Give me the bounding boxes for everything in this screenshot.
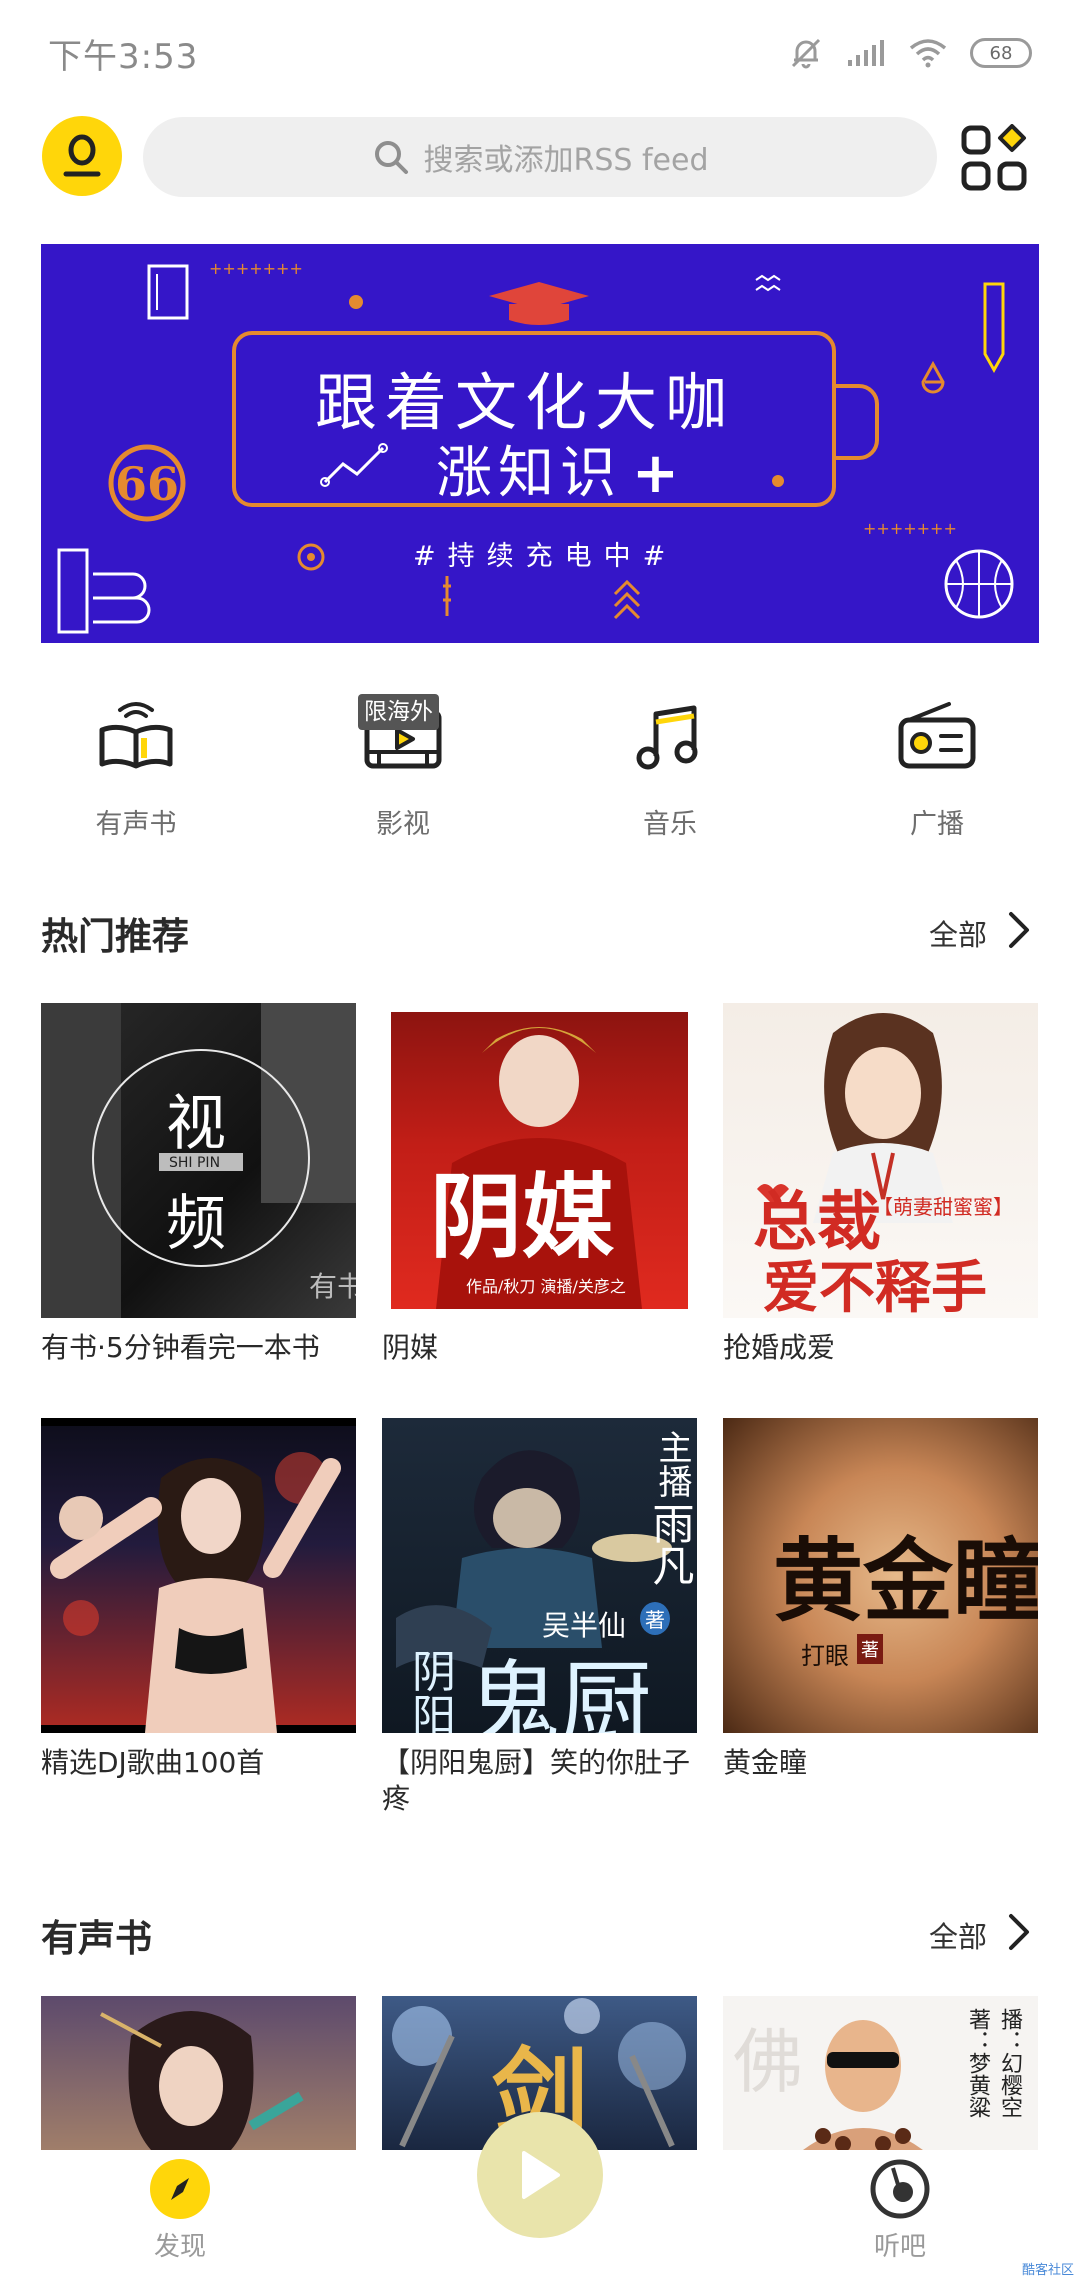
card-title: 抢婚成爱 xyxy=(723,1331,836,1364)
apps-grid-icon[interactable] xyxy=(960,124,1028,192)
cover-title: 视 xyxy=(166,1089,226,1159)
cover-image: 黄金瞳 打眼 著 xyxy=(723,1418,1038,1733)
card-title: 【阴阳鬼厨】笑的你肚子疼 xyxy=(382,1746,691,1815)
cover-tag: 【萌妻甜蜜蜜】 xyxy=(873,1195,1013,1219)
battery-level: 68 xyxy=(989,42,1013,64)
cover-credit: 作品/秋刀 演播/关彦之 xyxy=(466,1277,626,1296)
cover-image xyxy=(41,1418,356,1733)
signal-icon xyxy=(848,40,884,66)
banner-subtitle-text: 涨知识 xyxy=(436,441,622,506)
hot-card[interactable]: 阴媒 作品/秋刀 演播/关彦之 阴媒 xyxy=(382,1003,697,1366)
compass-icon xyxy=(150,2159,210,2219)
promo-banner[interactable]: 66 +++++++ +++++++ 跟着文化大咖 涨知识 + #持续充电中# xyxy=(41,244,1039,643)
search-icon xyxy=(374,141,408,174)
play-button[interactable] xyxy=(477,2112,603,2238)
nav-discover[interactable]: 发现 xyxy=(100,2158,260,2263)
hot-card[interactable]: 精选DJ歌曲100首 xyxy=(41,1418,356,1781)
cover-author: 打眼 xyxy=(801,1642,849,1670)
svg-text:佛: 佛 xyxy=(733,2021,803,2103)
cover-credit: 播：幻樱空 xyxy=(997,2008,1022,2118)
banner-tagline: #持续充电中# xyxy=(413,541,678,572)
cover-title: 黄金瞳 xyxy=(773,1528,1038,1634)
chevron-right-icon[interactable] xyxy=(1007,1912,1031,1952)
section-title: 有声书 xyxy=(41,1917,152,1960)
svg-text:66: 66 xyxy=(115,457,179,511)
top-bar: 搜索或添加RSS feed xyxy=(0,114,1080,200)
audiobook-card[interactable]: 佛 著：梦黄粱 播：幻樱空 xyxy=(723,1996,1038,2150)
battery-indicator: 68 xyxy=(970,38,1032,68)
cover-mark: 有书 xyxy=(309,1270,356,1303)
audiobook-icon xyxy=(99,702,173,769)
audiobook-section-header: 有声书 全部 xyxy=(41,1900,1039,1960)
status-time: 下午3:53 xyxy=(48,36,199,77)
search-placeholder: 搜索或添加RSS feed xyxy=(423,143,709,178)
cover-title: 阴媒 xyxy=(430,1163,615,1271)
card-title: 有书·5分钟看完一本书 xyxy=(41,1331,320,1364)
banner-plus: + xyxy=(632,441,685,506)
bell-muted-icon xyxy=(791,38,821,69)
watermark: 酷客社区 xyxy=(1021,2263,1074,2278)
nav-label: 听吧 xyxy=(873,2232,926,2262)
status-icons: 68 xyxy=(788,35,1032,71)
hot-section-header: 热门推荐 全部 xyxy=(41,898,1039,958)
cover-title: 鬼厨 xyxy=(468,1651,653,1733)
see-all-link[interactable]: 全部 xyxy=(929,1914,987,1956)
hot-card[interactable]: 主播 雨凡 吴半仙 著 阴 阳 鬼厨 【阴阳鬼厨】笑的你肚子疼 xyxy=(382,1418,697,1817)
nav-listen[interactable]: 听吧 xyxy=(820,2158,980,2263)
category-label: 广播 xyxy=(910,809,964,840)
cover-subtitle: SHI PIN xyxy=(169,1155,221,1171)
cover-side-text: 雨凡 xyxy=(646,1502,695,1586)
cover-image: 主播 雨凡 吴半仙 著 阴 阳 鬼厨 xyxy=(382,1418,697,1733)
audiobook-card[interactable] xyxy=(41,1996,356,2150)
category-label: 有声书 xyxy=(95,809,177,840)
music-note-icon xyxy=(636,705,698,770)
category-shortcuts: 有声书 影视 音乐 广播 xyxy=(0,686,1080,846)
cover-title: 阳 xyxy=(412,1691,456,1733)
category-label: 音乐 xyxy=(643,809,697,840)
radio-icon xyxy=(898,702,976,769)
svg-text:+++++++: +++++++ xyxy=(209,259,303,278)
card-title: 黄金瞳 xyxy=(723,1746,808,1779)
play-icon xyxy=(522,2151,560,2199)
region-badge: 限海外 xyxy=(358,694,439,730)
section-title: 热门推荐 xyxy=(41,915,189,958)
wifi-icon xyxy=(909,39,947,68)
svg-text:+++++++: +++++++ xyxy=(863,519,957,538)
nav-label: 发现 xyxy=(153,2232,206,2262)
avatar[interactable] xyxy=(42,116,122,196)
banner-subtitle: 涨知识 + xyxy=(436,428,685,509)
status-bar: 下午3:53 68 xyxy=(0,0,1080,106)
cover-image: 阴媒 作品/秋刀 演播/关彦之 xyxy=(382,1003,697,1318)
category-radio[interactable]: 广播 xyxy=(819,686,1039,846)
card-title: 阴媒 xyxy=(382,1331,439,1364)
hot-card[interactable]: 黄金瞳 打眼 著 黄金瞳 xyxy=(723,1418,1038,1781)
search-input[interactable]: 搜索或添加RSS feed xyxy=(143,117,937,197)
cover-image: 视 SHI PIN 频 有书 xyxy=(41,1003,356,1318)
see-all-link[interactable]: 全部 xyxy=(929,912,987,954)
category-music[interactable]: 音乐 xyxy=(552,686,772,846)
cover-author-tag: 著 xyxy=(857,1634,883,1664)
chevron-right-icon[interactable] xyxy=(1007,910,1031,950)
card-title: 精选DJ歌曲100首 xyxy=(41,1746,265,1779)
listen-disc-icon xyxy=(870,2159,930,2219)
cover-image: 总裁 【萌妻甜蜜蜜】 爱不释手 xyxy=(723,1003,1038,1318)
cover-image: 佛 著：梦黄粱 播：幻樱空 xyxy=(723,1996,1038,2150)
hot-card[interactable]: 视 SHI PIN 频 有书 有书·5分钟看完一本书 xyxy=(41,1003,356,1366)
cover-title: 频 xyxy=(166,1189,226,1259)
cover-image xyxy=(41,1996,356,2150)
user-icon xyxy=(63,134,101,177)
hot-card[interactable]: 总裁 【萌妻甜蜜蜜】 爱不释手 抢婚成爱 xyxy=(723,1003,1038,1366)
category-audiobook[interactable]: 有声书 xyxy=(18,686,238,846)
cover-credit: 著：梦黄粱 xyxy=(965,2008,990,2118)
cover-side-text: 主播 xyxy=(652,1430,692,1498)
cover-title: 爱不释手 xyxy=(763,1255,987,1318)
category-label: 影视 xyxy=(376,809,430,840)
